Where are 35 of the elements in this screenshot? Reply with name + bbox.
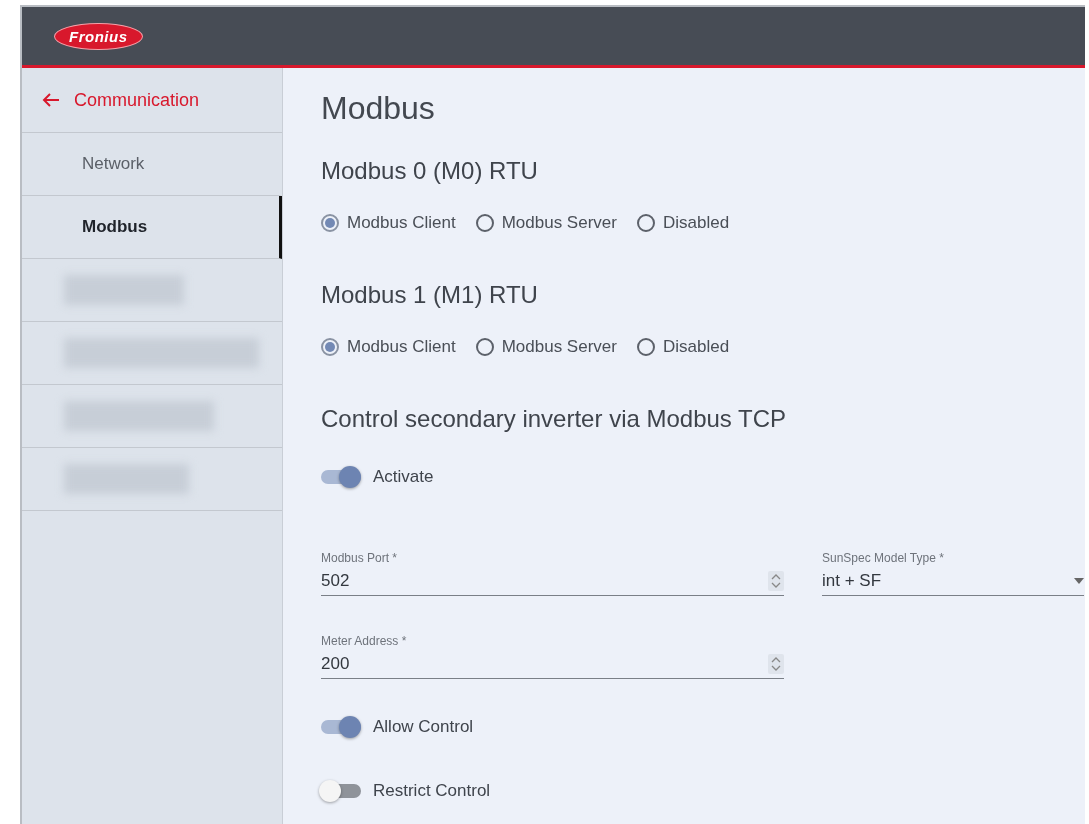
radio-icon[interactable] [636, 338, 655, 356]
spinner-icon[interactable] [768, 654, 784, 674]
toggle-switch[interactable]: Restrict Control [321, 781, 1085, 801]
section-heading: Control secondary inverter via Modbus TCP [321, 405, 788, 433]
switch-label: Allow Control [373, 717, 474, 737]
switch-label: Restrict Control [373, 781, 491, 801]
sidebar-item[interactable]: Network [22, 133, 282, 196]
toggle-switch[interactable]: Allow Control [321, 717, 1085, 737]
switch-thumb[interactable] [339, 716, 361, 738]
page-title: Modbus [321, 90, 436, 127]
dropdown-caret-icon [1074, 578, 1084, 584]
section-heading: Modbus 0 (M0) RTU [321, 157, 539, 185]
radio-option[interactable]: Disabled [636, 337, 730, 357]
back-arrow-icon [42, 92, 60, 108]
radio-option[interactable]: Modbus Server [475, 213, 617, 233]
switch-thumb[interactable] [319, 780, 341, 802]
radio-icon[interactable] [321, 338, 339, 356]
number-field[interactable]: Modbus Port * 502 [321, 551, 784, 596]
spinner-icon[interactable] [768, 571, 784, 591]
radio-icon[interactable] [321, 214, 339, 232]
section-heading: Modbus 1 (M1) RTU [321, 281, 539, 309]
radio-icon[interactable] [475, 214, 494, 232]
toggle-switch[interactable]: Activate [321, 467, 1085, 487]
switch-label: Activate [373, 467, 434, 487]
radio-icon[interactable] [636, 214, 655, 232]
radio-icon[interactable] [475, 338, 494, 356]
brand-logo: Fronius [54, 22, 143, 50]
radio-option[interactable]: Disabled [636, 213, 730, 233]
radio-option[interactable]: Modbus Server [475, 337, 617, 357]
switch-thumb[interactable] [339, 466, 361, 488]
radio-option[interactable]: Modbus Client [321, 213, 456, 233]
select-field[interactable]: SunSpec Model Type * int + SF [822, 551, 1084, 596]
number-field[interactable]: Meter Address * 200 [321, 634, 784, 679]
back-link[interactable]: Communication [22, 68, 282, 133]
radio-option[interactable]: Modbus Client [321, 337, 456, 357]
